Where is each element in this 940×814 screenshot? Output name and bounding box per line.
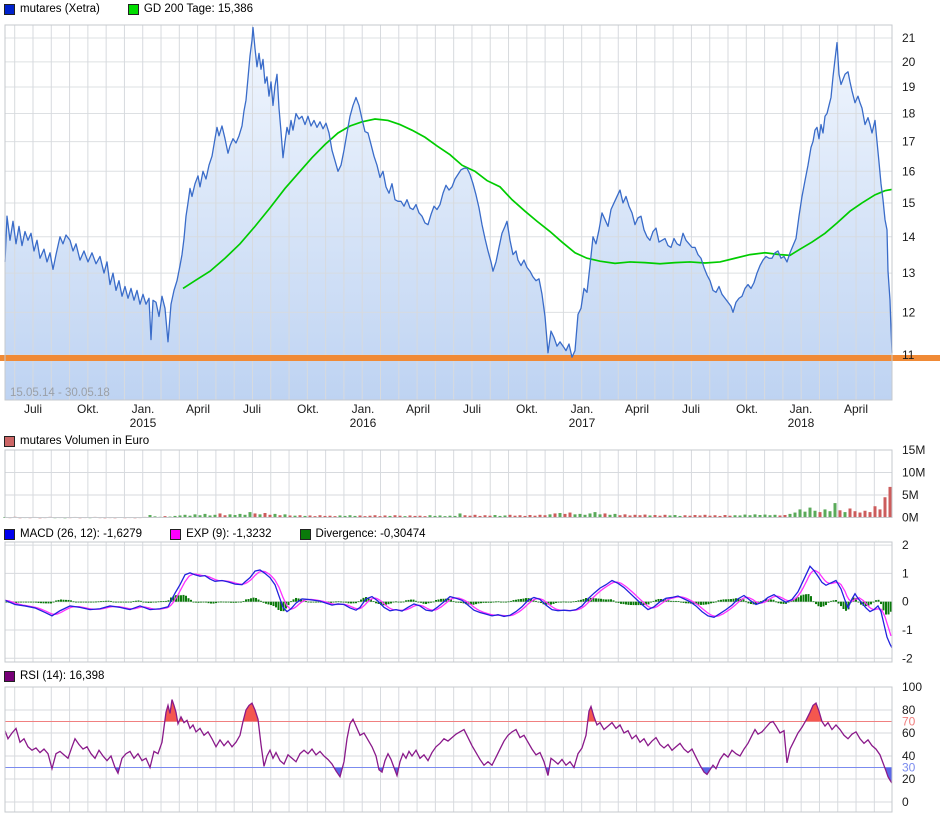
exp-series-label: EXP (9): -1,3232	[186, 528, 271, 540]
svg-text:16: 16	[902, 164, 916, 178]
macd-chart: 210-1-2	[0, 528, 940, 668]
svg-text:100: 100	[902, 680, 922, 694]
svg-text:10M: 10M	[902, 466, 925, 480]
svg-text:Jan.: Jan.	[352, 402, 375, 416]
divergence-series-swatch-icon	[300, 529, 311, 540]
macd-legend: MACD (26, 12): -1,6279 EXP (9): -1,3232 …	[4, 528, 454, 540]
svg-text:Okt.: Okt.	[297, 402, 319, 416]
macd-series-swatch-icon	[4, 529, 15, 540]
svg-text:2015: 2015	[130, 416, 157, 430]
macd-series-label: MACD (26, 12): -1,6279	[20, 528, 142, 540]
svg-text:19: 19	[902, 80, 916, 94]
rsi-series-label: RSI (14): 16,398	[20, 670, 104, 682]
svg-text:Jan.: Jan.	[132, 402, 155, 416]
legend-item-rsi: RSI (14): 16,398	[4, 670, 104, 682]
svg-text:15: 15	[902, 196, 916, 210]
exp-series-swatch-icon	[170, 529, 181, 540]
gd200-series-label: GD 200 Tage: 15,386	[144, 3, 253, 15]
svg-text:12: 12	[902, 305, 916, 319]
svg-text:-1: -1	[902, 623, 913, 637]
divergence-series-label: Divergence: -0,30474	[316, 528, 426, 540]
svg-text:17: 17	[902, 135, 916, 149]
svg-text:Juli: Juli	[24, 402, 42, 416]
legend-item-gd200: GD 200 Tage: 15,386	[128, 3, 253, 15]
legend-item-exp: EXP (9): -1,3232	[170, 528, 271, 540]
chart-page: { "range_label": "15.05.14 - 30.05.18", …	[0, 0, 940, 814]
svg-text:Jan.: Jan.	[571, 402, 594, 416]
svg-text:0M: 0M	[902, 511, 919, 525]
legend-item-divergence: Divergence: -0,30474	[300, 528, 426, 540]
svg-text:60: 60	[902, 726, 916, 740]
legend-item-price: mutares (Xetra)	[4, 3, 100, 15]
svg-text:April: April	[406, 402, 430, 416]
svg-text:April: April	[186, 402, 210, 416]
gd200-series-swatch-icon	[128, 4, 139, 15]
svg-text:Okt.: Okt.	[516, 402, 538, 416]
rsi-series-swatch-icon	[4, 671, 15, 682]
svg-text:Juli: Juli	[682, 402, 700, 416]
volume-legend: mutares Volumen in Euro	[4, 435, 177, 447]
volume-series-label: mutares Volumen in Euro	[20, 435, 149, 447]
svg-text:Jan.: Jan.	[790, 402, 813, 416]
svg-text:2018: 2018	[788, 416, 815, 430]
svg-text:14: 14	[902, 230, 916, 244]
svg-text:Juli: Juli	[243, 402, 261, 416]
volume-series-swatch-icon	[4, 436, 15, 447]
svg-text:20: 20	[902, 55, 916, 69]
svg-text:2016: 2016	[350, 416, 377, 430]
svg-text:2017: 2017	[569, 416, 596, 430]
svg-text:Okt.: Okt.	[736, 402, 758, 416]
svg-text:20: 20	[902, 772, 916, 786]
price-legend: mutares (Xetra) GD 200 Tage: 15,386	[4, 3, 281, 15]
svg-text:0: 0	[902, 595, 909, 609]
price-series-label: mutares (Xetra)	[20, 3, 100, 15]
svg-text:13: 13	[902, 266, 916, 280]
svg-text:18: 18	[902, 107, 916, 121]
legend-item-macd: MACD (26, 12): -1,6279	[4, 528, 142, 540]
rsi-legend: RSI (14): 16,398	[4, 670, 132, 682]
svg-text:1: 1	[902, 566, 909, 580]
svg-text:15M: 15M	[902, 443, 925, 457]
svg-text:April: April	[844, 402, 868, 416]
svg-text:0: 0	[902, 795, 909, 809]
legend-item-volume: mutares Volumen in Euro	[4, 435, 149, 447]
price-series-swatch-icon	[4, 4, 15, 15]
svg-text:21: 21	[902, 31, 916, 45]
price-chart: 21 20 19 18 17 16 15 14 13 12 11 15.05.14 - 30.05.1…	[0, 0, 940, 432]
rsi-chart: 1008070604030200	[0, 664, 940, 814]
svg-text:15.05.14 - 30.05.18: 15.05.14 - 30.05.18	[10, 387, 110, 399]
svg-text:Okt.: Okt.	[77, 402, 99, 416]
svg-text:Juli: Juli	[463, 402, 481, 416]
svg-text:5M: 5M	[902, 488, 919, 502]
svg-text:April: April	[625, 402, 649, 416]
svg-text:11: 11	[902, 348, 915, 362]
svg-text:2: 2	[902, 538, 909, 552]
